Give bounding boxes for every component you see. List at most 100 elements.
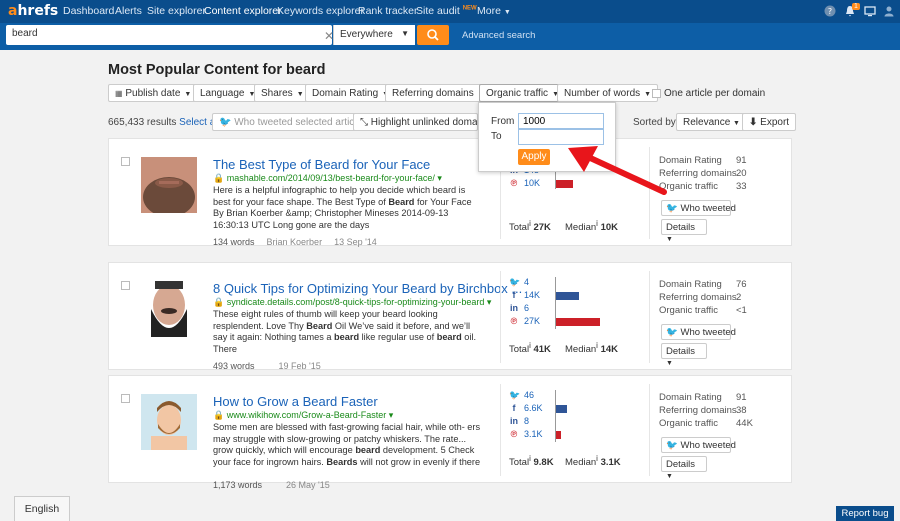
divider xyxy=(500,384,501,476)
share-value[interactable]: 6.6K xyxy=(524,403,543,413)
new-badge: NEW xyxy=(462,5,477,12)
article-select-checkbox[interactable] xyxy=(121,394,130,403)
filter-organic-traffic[interactable]: Organic traffic ▼ xyxy=(479,84,566,102)
ahrefs-logo[interactable]: ahrefs xyxy=(8,3,58,19)
search-bar-area: ✕ Everywhere▼ Advanced search xyxy=(0,23,900,50)
share-value[interactable]: 6 xyxy=(524,303,529,313)
article-thumbnail[interactable] xyxy=(141,157,197,213)
share-value[interactable]: 46 xyxy=(524,390,534,400)
pinterest-icon: ℗ xyxy=(510,429,518,439)
search-box: ✕ xyxy=(6,25,334,45)
article-thumbnail[interactable] xyxy=(141,281,197,337)
help-icon[interactable]: ? xyxy=(824,5,836,17)
article-title[interactable]: How to Grow a Beard Faster xyxy=(213,394,378,409)
article-description: Here is a helpful infographic to help yo… xyxy=(213,185,472,230)
nav-content-explorer[interactable]: Content explorer xyxy=(204,5,282,17)
filter-shares[interactable]: Shares ▼ xyxy=(254,84,311,102)
nav-keywords-explorer[interactable]: Keywords explorer xyxy=(277,5,364,17)
twitter-icon: 🐦 xyxy=(666,327,678,338)
share-value[interactable]: 27K xyxy=(524,316,540,326)
article-card: How to Grow a Beard Faster 🔒 www.wikihow.… xyxy=(108,375,792,490)
share-value[interactable]: 8 xyxy=(524,416,529,426)
filter-publish-date[interactable]: ▦ Publish date ▼ xyxy=(108,84,199,102)
details-dropdown[interactable]: Details ▼ xyxy=(661,219,707,243)
share-row: f 14K xyxy=(509,290,649,302)
organic-traffic-value[interactable]: 33 xyxy=(736,181,747,192)
who-tweeted-selected-button[interactable]: 🐦 Who tweeted selected articles xyxy=(212,113,375,131)
share-row: in 8 xyxy=(509,416,649,428)
sort-select[interactable]: Relevance ▼ xyxy=(676,113,747,131)
nav-dashboard[interactable]: Dashboard xyxy=(63,5,114,17)
filter-referring-domains[interactable]: Referring domains▼ xyxy=(385,84,492,102)
article-title[interactable]: The Best Type of Beard for Your Face xyxy=(213,157,430,172)
domain-rating-value: 91 xyxy=(736,392,747,403)
filter-number-of-words[interactable]: Number of words ▼ xyxy=(557,84,659,102)
organic-traffic-value[interactable]: 44K xyxy=(736,418,753,429)
article-url[interactable]: 🔒 mashable.com/2014/09/13/best-beard-for… xyxy=(213,173,442,184)
pinterest-icon: ℗ xyxy=(510,316,518,326)
highlight-unlinked-domains-button[interactable]: ⤡ Highlight unlinked domains xyxy=(353,113,478,131)
article-title[interactable]: 8 Quick Tips for Optimizing Your Beard b… xyxy=(213,281,522,296)
domain-rating-label: Domain Rating xyxy=(659,392,722,403)
linkedin-icon: in xyxy=(510,416,518,426)
share-value[interactable]: 14K xyxy=(524,290,540,300)
to-label: To xyxy=(491,131,502,142)
nav-alerts[interactable]: Alerts xyxy=(115,5,142,17)
who-tweeted-button[interactable]: 🐦 Who tweeted xyxy=(661,437,736,453)
red-annotation-arrow xyxy=(568,146,667,195)
calendar-icon: ▦ xyxy=(115,89,123,98)
from-label: From xyxy=(491,116,515,127)
article-url[interactable]: 🔒 syndicate.details.com/post/8-quick-tip… xyxy=(213,297,491,308)
lock-icon: 🔒 xyxy=(213,410,225,420)
facebook-icon: f xyxy=(512,403,516,413)
organic-traffic-label: Organic traffic xyxy=(659,418,718,429)
word-count: 1,173 words xyxy=(213,480,263,490)
details-dropdown[interactable]: Details ▼ xyxy=(661,343,707,367)
referring-domains-value[interactable]: 2 xyxy=(736,292,741,303)
language-switcher[interactable]: English xyxy=(14,496,70,521)
twitter-icon: 🐦 xyxy=(666,203,678,214)
nav-more[interactable]: More ▼ xyxy=(477,5,511,17)
median-shares: Mediani 3.1K xyxy=(565,454,621,469)
article-select-checkbox[interactable] xyxy=(121,281,130,290)
nav-rank-tracker[interactable]: Rank tracker xyxy=(358,5,418,17)
share-value[interactable]: 3.1K xyxy=(524,429,543,439)
referring-domains-value[interactable]: 38 xyxy=(736,405,747,416)
details-dropdown[interactable]: Details ▼ xyxy=(661,456,707,480)
nav-site-audit[interactable]: Site audit NEW xyxy=(416,5,477,17)
search-scope-select[interactable]: Everywhere ▼ xyxy=(333,25,415,45)
article-url[interactable]: 🔒 www.wikihow.com/Grow-a-Beard-Faster ▾ xyxy=(213,410,393,421)
filter-domain-rating[interactable]: Domain Rating▼ xyxy=(305,84,397,102)
who-tweeted-button[interactable]: 🐦 Who tweeted xyxy=(661,324,736,340)
organic-traffic-value[interactable]: <1 xyxy=(736,305,747,316)
median-shares: Mediani 10K xyxy=(565,219,619,234)
search-button[interactable] xyxy=(417,25,449,45)
nav-site-explorer[interactable]: Site explorer xyxy=(147,5,206,17)
article-select-checkbox[interactable] xyxy=(121,157,130,166)
one-article-per-domain-checkbox[interactable] xyxy=(652,89,661,98)
author[interactable]: Brian Koerber xyxy=(267,237,323,247)
lock-icon: 🔒 xyxy=(213,297,225,307)
user-account-icon[interactable] xyxy=(883,5,895,17)
domain-rating-value: 76 xyxy=(736,279,747,290)
article-thumbnail[interactable] xyxy=(141,394,197,450)
monitor-icon[interactable] xyxy=(864,5,876,17)
report-bug-button[interactable]: Report bug xyxy=(836,506,894,521)
from-input[interactable] xyxy=(518,113,604,129)
article-meta: 1,173 words 26 May '15 xyxy=(213,480,330,490)
referring-domains-label: Referring domains xyxy=(659,292,737,303)
divider xyxy=(649,384,650,476)
search-input[interactable] xyxy=(12,28,302,39)
share-row: 🐦 46 xyxy=(509,390,649,402)
filter-language[interactable]: Language ▼ xyxy=(193,84,263,102)
who-tweeted-button[interactable]: 🐦 Who tweeted xyxy=(661,200,736,216)
publish-date: 26 May '15 xyxy=(286,480,330,490)
share-value[interactable]: 4 xyxy=(524,277,529,287)
referring-domains-value[interactable]: 20 xyxy=(736,168,747,179)
advanced-search-link[interactable]: Advanced search xyxy=(462,30,535,41)
share-row: in 6 xyxy=(509,303,649,315)
share-value[interactable]: 10K xyxy=(524,178,540,188)
search-icon xyxy=(427,29,439,41)
apply-button[interactable]: Apply xyxy=(518,149,550,165)
export-button[interactable]: ⬇ Export xyxy=(742,113,797,131)
